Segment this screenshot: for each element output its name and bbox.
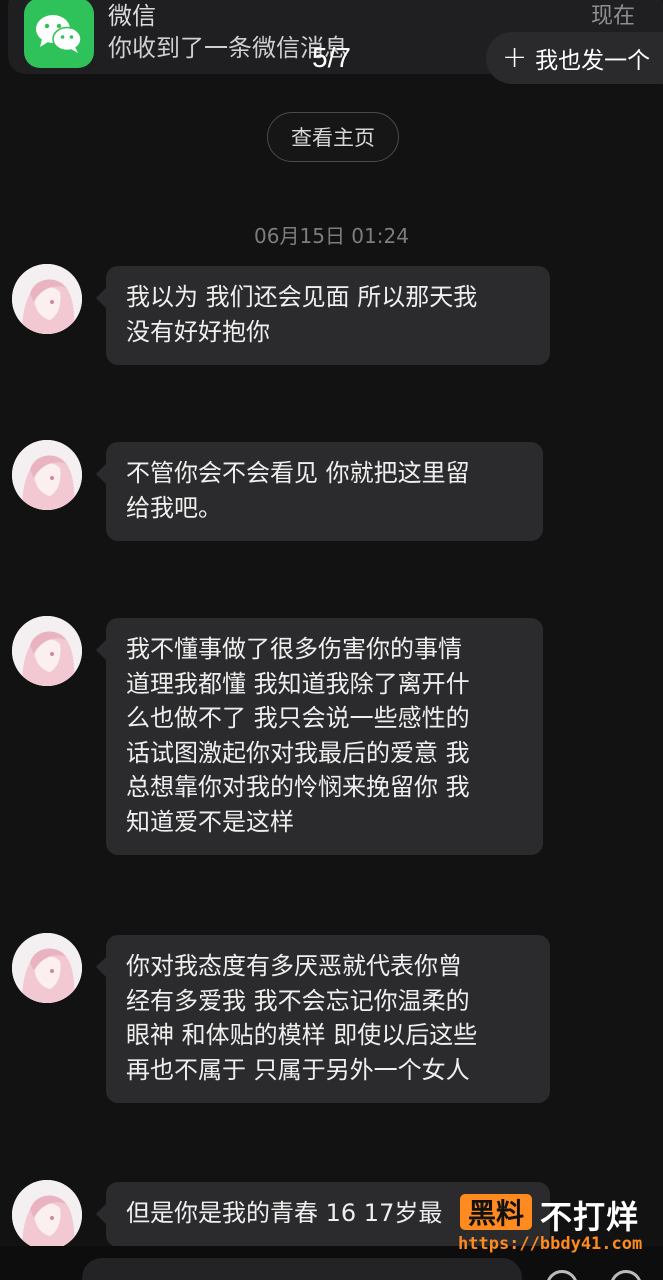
emoji-icon[interactable] (546, 1270, 578, 1280)
message-line: 眼神 和体贴的模样 即使以后这些 (126, 1021, 478, 1049)
watermark-logo: 黑料 不打烊 https://bbdy41.com (456, 1190, 661, 1260)
comment-input[interactable] (82, 1258, 522, 1280)
message-line: 话试图激起你对我最后的爱意 我 (126, 738, 470, 767)
watermark-url: https://bbdy41.com (458, 1234, 643, 1254)
message-line: 我不懂事做了很多伤害你的事情 (126, 635, 462, 663)
more-icon[interactable] (610, 1270, 642, 1280)
message-bubble[interactable]: 不管你会不会看见 你就把这里留 给我吧。 (96, 442, 543, 541)
story-counter: 5/7 (312, 42, 351, 73)
message-line: 经有多爱我 我不会忘记你温柔的 (126, 986, 470, 1015)
watermark-title: 不打烊 (540, 1198, 640, 1236)
notification-time: 现在 (590, 4, 635, 29)
post-one-too-button[interactable]: + 我也发一个 (486, 32, 663, 84)
sender-avatar[interactable] (12, 440, 82, 510)
sender-avatar[interactable] (12, 933, 82, 1003)
message-line: 我以为 我们还会见面 所以那天我 (126, 283, 478, 311)
message-line: 你对我态度有多厌恶就代表你曾 (126, 952, 462, 980)
message-line: 知道爱不是这样 (126, 807, 294, 836)
sender-avatar[interactable] (12, 264, 82, 334)
view-homepage-button[interactable]: 查看主页 (267, 112, 399, 162)
message-line: 道理我都懂 我知道我除了离开什 (126, 669, 470, 698)
message-bubble[interactable]: 我不懂事做了很多伤害你的事情 道理我都懂 我知道我除了离开什 么也做不了 我只会说一… (96, 618, 543, 855)
message-line: 么也做不了 我只会说一些感性的 (126, 704, 470, 732)
message-line: 总想靠你对我的怜悯来挽留你 我 (126, 773, 470, 801)
watermark-box-text: 黑料 (460, 1194, 532, 1230)
message-line: 没有好好抱你 (126, 317, 270, 346)
sender-avatar[interactable] (12, 616, 82, 686)
notification-app-name: 微信 (108, 2, 156, 30)
message-bubble[interactable]: 我以为 我们还会见面 所以那天我 没有好好抱你 (96, 266, 550, 365)
message-line: 再也不属于 只属于另外一个女人 (126, 1055, 470, 1084)
plus-icon: + (502, 40, 528, 75)
message-timestamp: 06月15日 01:24 (254, 224, 409, 248)
post-one-too-label: 我也发一个 (535, 48, 651, 74)
message-bubble[interactable]: 你对我态度有多厌恶就代表你曾 经有多爱我 我不会忘记你温柔的 眼神 和体贴的模样 即… (96, 935, 550, 1103)
message-line: 不管你会不会看见 你就把这里留 (126, 459, 470, 487)
wechat-icon (24, 0, 94, 68)
message-line: 给我吧。 (126, 493, 222, 522)
sender-avatar[interactable] (12, 1180, 82, 1250)
